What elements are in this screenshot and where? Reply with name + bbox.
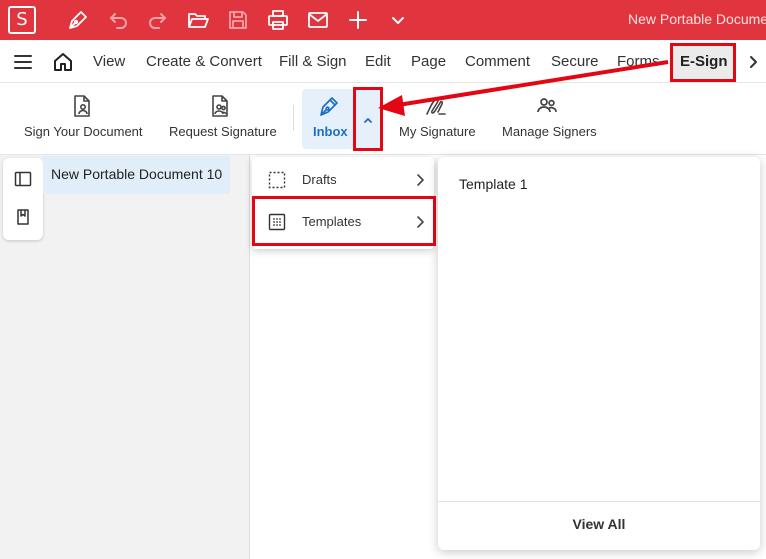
panel-toggle-icon[interactable] — [14, 170, 32, 188]
inbox-dropdown-toggle[interactable] — [353, 87, 383, 151]
menu-bar: View Create & Convert Fill & Sign Edit P… — [0, 40, 766, 83]
document-tab[interactable]: New Portable Document 10 — [43, 156, 230, 194]
open-folder-icon[interactable] — [186, 8, 210, 32]
chevron-right-icon[interactable] — [746, 51, 760, 73]
chevron-up-icon — [364, 118, 372, 123]
pen-icon[interactable] — [66, 8, 90, 32]
chevron-down-icon[interactable] — [386, 8, 410, 32]
templates-icon — [268, 213, 286, 231]
fountain-pen-icon[interactable] — [317, 94, 341, 118]
menu-item-drafts[interactable]: Drafts — [252, 159, 434, 199]
signature-scribble-icon[interactable] — [424, 94, 448, 118]
manage-signers-button[interactable]: Manage Signers — [502, 124, 597, 139]
menu-forms[interactable]: Forms — [617, 53, 660, 70]
ribbon-separator — [293, 105, 294, 131]
add-icon[interactable] — [346, 8, 370, 32]
request-signature-icon[interactable] — [208, 94, 232, 118]
menu-item-templates[interactable]: Templates — [252, 201, 434, 241]
view-all-button[interactable]: View All — [438, 516, 760, 532]
people-icon[interactable] — [535, 94, 559, 118]
templates-submenu: Template 1 View All — [438, 157, 760, 550]
templates-highlight: Templates — [252, 196, 436, 246]
menu-esign[interactable]: E-Sign — [680, 53, 728, 70]
title-bar: S New Portable Docume — [0, 0, 766, 40]
menu-comment[interactable]: Comment — [465, 53, 530, 70]
window-title: New Portable Docume — [628, 11, 766, 27]
request-signature-button[interactable]: Request Signature — [169, 124, 277, 139]
redo-icon[interactable] — [146, 8, 170, 32]
menu-view[interactable]: View — [93, 53, 125, 70]
sign-your-document-button[interactable]: Sign Your Document — [24, 124, 143, 139]
menu-secure[interactable]: Secure — [551, 53, 599, 70]
my-signature-button[interactable]: My Signature — [399, 124, 476, 139]
home-icon[interactable] — [52, 51, 74, 73]
mail-icon[interactable] — [306, 8, 330, 32]
undo-icon[interactable] — [106, 8, 130, 32]
sign-document-icon[interactable] — [70, 94, 94, 118]
inbox-label[interactable]: Inbox — [313, 124, 348, 139]
menu-edit[interactable]: Edit — [365, 53, 391, 70]
divider — [438, 501, 760, 502]
menu-create-convert[interactable]: Create & Convert — [146, 53, 262, 70]
esign-ribbon: Sign Your Document Request Signature Inb… — [0, 83, 766, 155]
print-icon[interactable] — [266, 8, 290, 32]
chevron-right-icon — [414, 173, 426, 187]
side-toolbar — [3, 158, 43, 240]
template-item[interactable]: Template 1 — [459, 176, 527, 192]
app-logo[interactable]: S — [8, 6, 36, 34]
chevron-right-icon — [414, 215, 426, 229]
templates-label: Templates — [302, 214, 362, 229]
menu-page[interactable]: Page — [411, 53, 446, 70]
drafts-label: Drafts — [302, 172, 337, 187]
menu-fill-sign[interactable]: Fill & Sign — [279, 53, 347, 70]
bookmark-icon[interactable] — [14, 208, 32, 226]
save-icon[interactable] — [226, 8, 250, 32]
drafts-icon — [268, 171, 286, 189]
hamburger-menu-icon[interactable] — [12, 51, 34, 73]
document-tab-label: New Portable Document 10 — [51, 166, 223, 182]
